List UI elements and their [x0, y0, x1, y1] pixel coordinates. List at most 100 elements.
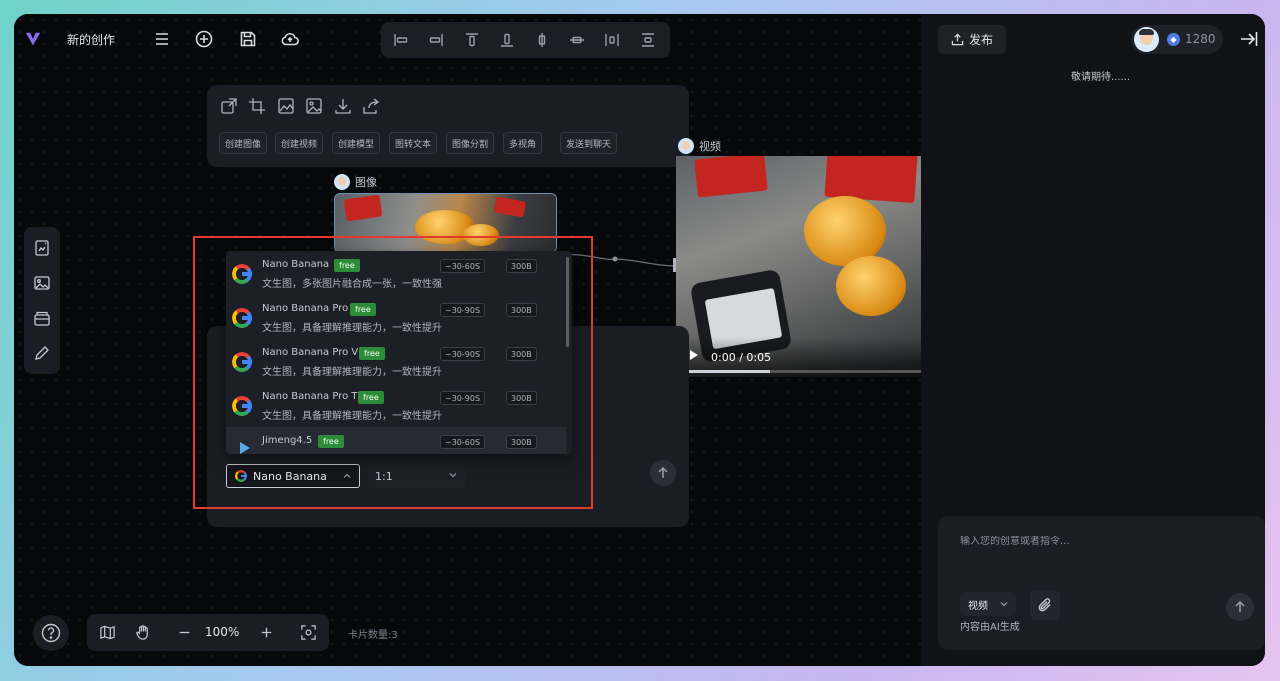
- aspect-ratio-select[interactable]: 1:1: [368, 464, 465, 488]
- image-add-icon[interactable]: [33, 274, 51, 292]
- left-toolbar: [24, 227, 60, 374]
- align-right-icon[interactable]: [427, 31, 445, 49]
- card-count: 卡片数量:3: [348, 630, 398, 641]
- google-icon: [232, 264, 252, 284]
- align-bottom-icon[interactable]: [498, 31, 516, 49]
- dropdown-scrollbar[interactable]: [566, 257, 569, 347]
- create-video-button[interactable]: 创建视频: [275, 132, 324, 154]
- image-node-label: 图像: [334, 174, 377, 190]
- credit-icon: ◆: [1167, 33, 1180, 46]
- model-option-nano-banana-pro[interactable]: Nano Banana Pro free ~30-90S 300B 文生图，具备…: [226, 295, 566, 339]
- image-edit-icon[interactable]: [305, 97, 323, 115]
- image-segment-button[interactable]: 图像分割: [446, 132, 495, 154]
- crop-icon[interactable]: [248, 97, 266, 115]
- model-select[interactable]: Nano Banana: [226, 464, 360, 488]
- model-option-nano-banana[interactable]: Nano Banana free ~30-60S 300B 文生图，多张图片融合…: [226, 251, 566, 295]
- model-option-name: Nano Banana Pro T: [262, 391, 358, 402]
- model-option-cost: 300B: [506, 347, 537, 361]
- fit-screen-icon[interactable]: [300, 624, 317, 641]
- model-option-time: ~30-60S: [440, 435, 486, 449]
- model-option-cost: 300B: [506, 391, 537, 405]
- send-button[interactable]: [1226, 593, 1254, 621]
- model-option-desc: 文生图，具备理解推理能力，一致性提升: [262, 411, 442, 422]
- attach-icon[interactable]: [1030, 590, 1060, 620]
- share-icon[interactable]: [362, 97, 380, 115]
- pencil-icon[interactable]: [33, 344, 51, 362]
- model-option-jimeng[interactable]: Jimeng4.5 free ~30-60S 300B: [226, 427, 566, 454]
- upload-icon: [951, 33, 964, 46]
- zoom-toolbar: 100%: [87, 614, 329, 651]
- align-top-icon[interactable]: [463, 31, 481, 49]
- zoom-out-icon[interactable]: [176, 624, 193, 641]
- video-node-label: 视频: [678, 138, 721, 154]
- create-model-button[interactable]: 创建模型: [332, 132, 381, 154]
- video-progress[interactable]: [688, 370, 921, 373]
- download-icon[interactable]: [334, 97, 352, 115]
- distribute-horizontal-icon[interactable]: [603, 31, 621, 49]
- ai-disclaimer: 内容由AI生成: [960, 622, 1020, 633]
- align-center-horizontal-icon[interactable]: [533, 31, 551, 49]
- send-button[interactable]: [650, 460, 676, 486]
- user-pill[interactable]: ◆ 1280: [1131, 25, 1223, 54]
- zoom-in-icon[interactable]: [258, 624, 275, 641]
- google-icon: [235, 470, 247, 482]
- chevron-down-icon: [448, 470, 458, 480]
- map-icon[interactable]: [99, 624, 116, 641]
- model-option-nano-banana-pro-t[interactable]: Nano Banana Pro T free ~30-90S 300B 文生图，…: [226, 383, 566, 427]
- model-option-name: Jimeng4.5: [262, 435, 313, 446]
- publish-label: 发布: [968, 33, 993, 47]
- model-option-name: Nano Banana: [262, 259, 330, 270]
- right-panel: 发布 ◆ 1280 敬请期待...... 视频 内容由AI生成: [921, 14, 1265, 666]
- image-node-title: 图像: [355, 176, 377, 189]
- image-detail: [463, 224, 499, 246]
- upscale-icon[interactable]: [220, 97, 238, 115]
- aspect-ratio-label: 1:1: [375, 469, 393, 483]
- canvas[interactable]: 新的创作 创建图像 创建视频 创建模型 图转文本 图像分割 多视角 发送到聊天 …: [14, 14, 921, 666]
- menu-icon[interactable]: [152, 29, 172, 49]
- create-image-button[interactable]: 创建图像: [219, 132, 268, 154]
- enhance-icon[interactable]: [277, 97, 295, 115]
- align-left-icon[interactable]: [392, 31, 410, 49]
- google-icon: [232, 352, 252, 372]
- distribute-vertical-icon[interactable]: [639, 31, 657, 49]
- model-option-desc: 文生图，具备理解推理能力，一致性提升: [262, 367, 442, 378]
- free-badge: free: [358, 391, 384, 404]
- image-node[interactable]: [334, 193, 557, 253]
- avatar[interactable]: [1134, 27, 1159, 52]
- app-window: 新的创作 创建图像 创建视频 创建模型 图转文本 图像分割 多视角 发送到聊天 …: [14, 14, 1265, 666]
- model-option-time: ~30-90S: [440, 303, 486, 317]
- image-to-text-button[interactable]: 图转文本: [389, 132, 438, 154]
- publish-button[interactable]: 发布: [938, 25, 1006, 54]
- image-card-icon[interactable]: [33, 239, 51, 257]
- app-logo: [24, 30, 42, 48]
- model-option-cost: 300B: [506, 303, 537, 317]
- jimeng-icon: [240, 442, 250, 454]
- avatar: [678, 138, 694, 154]
- hand-icon[interactable]: [135, 624, 152, 641]
- help-icon[interactable]: [33, 615, 69, 651]
- send-to-chat-button[interactable]: 发送到聊天: [560, 132, 618, 154]
- video-node[interactable]: 0:00 / 0:05: [676, 156, 921, 377]
- collapse-panel-icon[interactable]: [1239, 29, 1259, 49]
- model-option-nano-banana-pro-v[interactable]: Nano Banana Pro V free ~30-90S 300B 文生图，…: [226, 339, 566, 383]
- play-icon[interactable]: [690, 350, 698, 360]
- chat-input[interactable]: [960, 536, 1250, 547]
- video-progress-fill: [688, 370, 770, 373]
- align-center-vertical-icon[interactable]: [568, 31, 586, 49]
- image-detail: [493, 196, 527, 218]
- add-icon[interactable]: [194, 29, 214, 49]
- free-badge: free: [334, 259, 360, 272]
- free-badge: free: [318, 435, 344, 448]
- video-node-title: 视频: [699, 140, 721, 153]
- chevron-up-icon: [342, 471, 352, 481]
- model-dropdown: Nano Banana free ~30-60S 300B 文生图，多张图片融合…: [226, 251, 572, 454]
- cloud-icon[interactable]: [280, 29, 300, 49]
- zoom-level[interactable]: 100%: [205, 625, 239, 639]
- chevron-down-icon: [999, 599, 1009, 609]
- model-option-desc: 文生图，具备理解推理能力，一致性提升: [262, 323, 442, 334]
- project-title[interactable]: 新的创作: [67, 31, 115, 48]
- save-icon[interactable]: [238, 29, 258, 49]
- mode-select[interactable]: 视频: [960, 592, 1016, 616]
- layers-icon[interactable]: [33, 309, 51, 327]
- multi-view-button[interactable]: 多视角: [503, 132, 543, 154]
